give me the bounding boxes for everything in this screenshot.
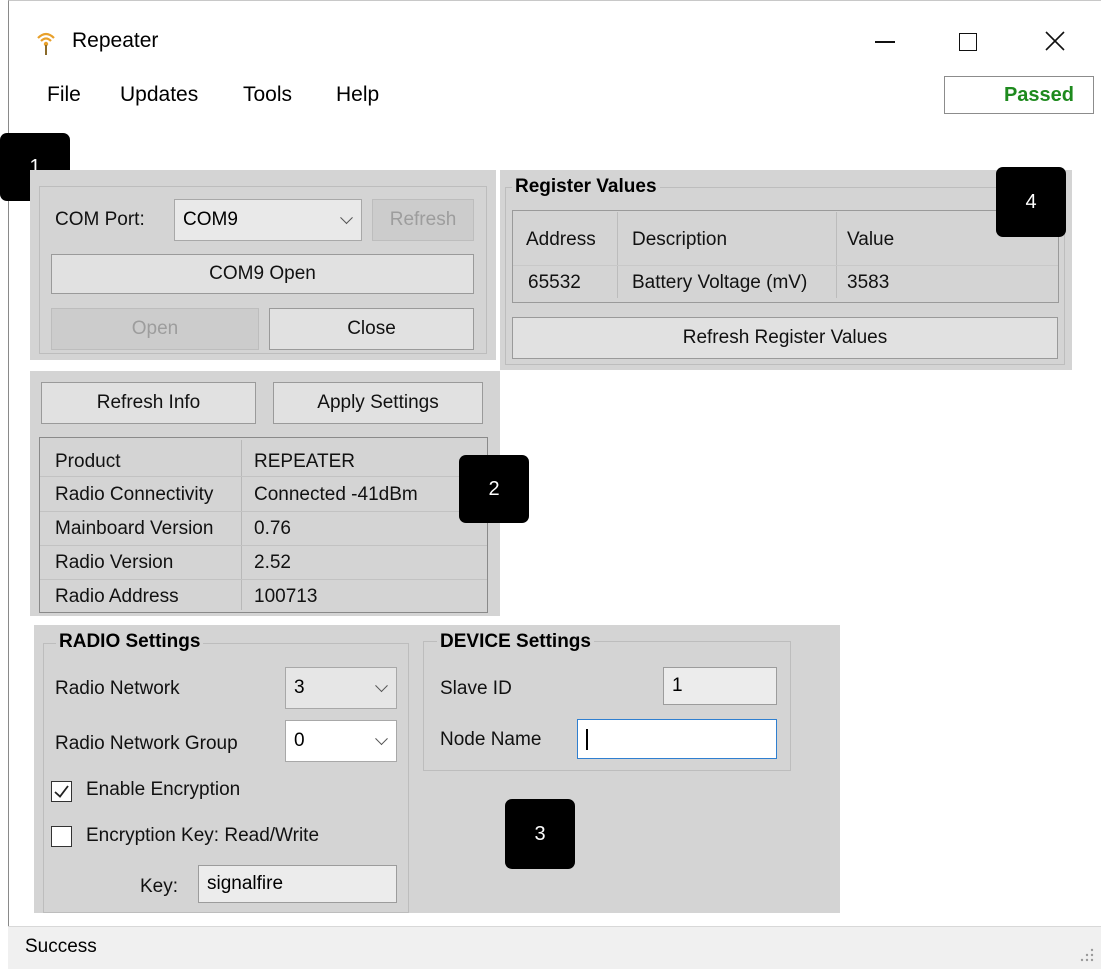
maximize-button[interactable] <box>943 22 993 62</box>
minimize-button[interactable] <box>860 22 910 62</box>
enable-encryption-label: Enable Encryption <box>86 779 241 800</box>
maximize-icon <box>959 33 977 51</box>
app-icon <box>34 30 58 56</box>
apply-settings-button[interactable]: Apply Settings <box>273 382 483 424</box>
device-settings-title: DEVICE Settings <box>437 631 594 653</box>
key-input-value: signalfire <box>207 873 284 894</box>
register-cell-value: 3583 <box>847 272 890 293</box>
slave-id-label: Slave ID <box>440 678 512 699</box>
key-label: Key: <box>140 876 179 897</box>
info-column-divider <box>241 440 242 610</box>
node-name-input[interactable] <box>577 719 777 759</box>
encryption-key-rw-checkbox[interactable] <box>51 826 72 847</box>
info-row-divider <box>40 545 487 546</box>
close-icon <box>1045 31 1065 51</box>
info-key-mainboard-version: Mainboard Version <box>55 518 214 539</box>
register-header-divider-1 <box>617 212 618 298</box>
radio-settings-title: RADIO Settings <box>56 631 204 653</box>
info-key-radio-version: Radio Version <box>55 552 174 573</box>
register-cell-description: Battery Voltage (mV) <box>632 272 808 293</box>
open-button[interactable]: Open <box>51 308 259 350</box>
text-cursor <box>586 729 588 750</box>
slave-id-value: 1 <box>672 675 683 696</box>
enable-encryption-checkbox[interactable] <box>51 781 72 802</box>
info-key-radio-address: Radio Address <box>55 586 179 607</box>
com-status-button[interactable]: COM9 Open <box>51 254 474 294</box>
radio-network-group-label: Radio Network Group <box>55 733 238 754</box>
refresh-register-values-button[interactable]: Refresh Register Values <box>512 317 1058 359</box>
callout-3: 3 <box>505 799 575 869</box>
com-refresh-button[interactable]: Refresh <box>372 199 474 241</box>
callout-4: 4 <box>996 167 1066 237</box>
info-value-radio-version: 2.52 <box>254 552 291 573</box>
radio-network-group-value: 0 <box>294 730 305 751</box>
register-header-description: Description <box>632 229 728 250</box>
minimize-icon <box>875 41 895 43</box>
slave-id-input[interactable]: 1 <box>663 667 777 705</box>
info-row-divider <box>40 476 487 477</box>
node-name-label: Node Name <box>440 729 542 750</box>
menu-updates[interactable]: Updates <box>120 83 198 107</box>
resize-grip-icon[interactable] <box>1076 944 1096 964</box>
callout-2: 2 <box>459 455 529 523</box>
com-port-value: COM9 <box>183 209 238 230</box>
window-title: Repeater <box>72 29 159 52</box>
register-row-divider <box>513 265 1058 266</box>
register-cell-address: 65532 <box>528 272 581 293</box>
menu-help[interactable]: Help <box>336 83 379 107</box>
radio-network-select[interactable]: 3 <box>285 667 397 709</box>
info-value-mainboard-version: 0.76 <box>254 518 291 539</box>
chevron-down-icon <box>340 211 353 225</box>
close-button[interactable]: Close <box>269 308 474 350</box>
checkmark-icon <box>54 785 69 798</box>
close-window-button[interactable] <box>1030 22 1080 62</box>
info-value-radio-connectivity: Connected -41dBm <box>254 484 418 505</box>
register-header-value: Value <box>847 229 895 250</box>
key-input[interactable]: signalfire <box>198 865 397 903</box>
menu-file[interactable]: File <box>47 83 81 107</box>
menu-tools[interactable]: Tools <box>243 83 292 107</box>
chevron-down-icon <box>375 679 388 693</box>
register-header-address: Address <box>526 229 596 250</box>
info-row-divider <box>40 579 487 580</box>
radio-network-value: 3 <box>294 677 305 698</box>
radio-network-group-select[interactable]: 0 <box>285 720 397 762</box>
register-header-divider-2 <box>836 212 837 298</box>
info-value-product: REPEATER <box>254 451 356 472</box>
radio-network-label: Radio Network <box>55 678 180 699</box>
info-value-radio-address: 100713 <box>254 586 318 607</box>
status-badge: Passed <box>944 76 1094 114</box>
com-port-label: COM Port: <box>55 209 145 230</box>
com-port-select[interactable]: COM9 <box>174 199 362 241</box>
info-row-divider <box>40 511 487 512</box>
refresh-info-button[interactable]: Refresh Info <box>41 382 256 424</box>
info-key-radio-connectivity: Radio Connectivity <box>55 484 214 505</box>
chevron-down-icon <box>375 732 388 746</box>
info-key-product: Product <box>55 451 121 472</box>
status-bar <box>8 926 1101 969</box>
register-title: Register Values <box>512 176 660 198</box>
status-bar-text: Success <box>25 936 97 957</box>
encryption-key-rw-label: Encryption Key: Read/Write <box>86 825 320 846</box>
status-badge-text: Passed <box>1003 83 1075 106</box>
